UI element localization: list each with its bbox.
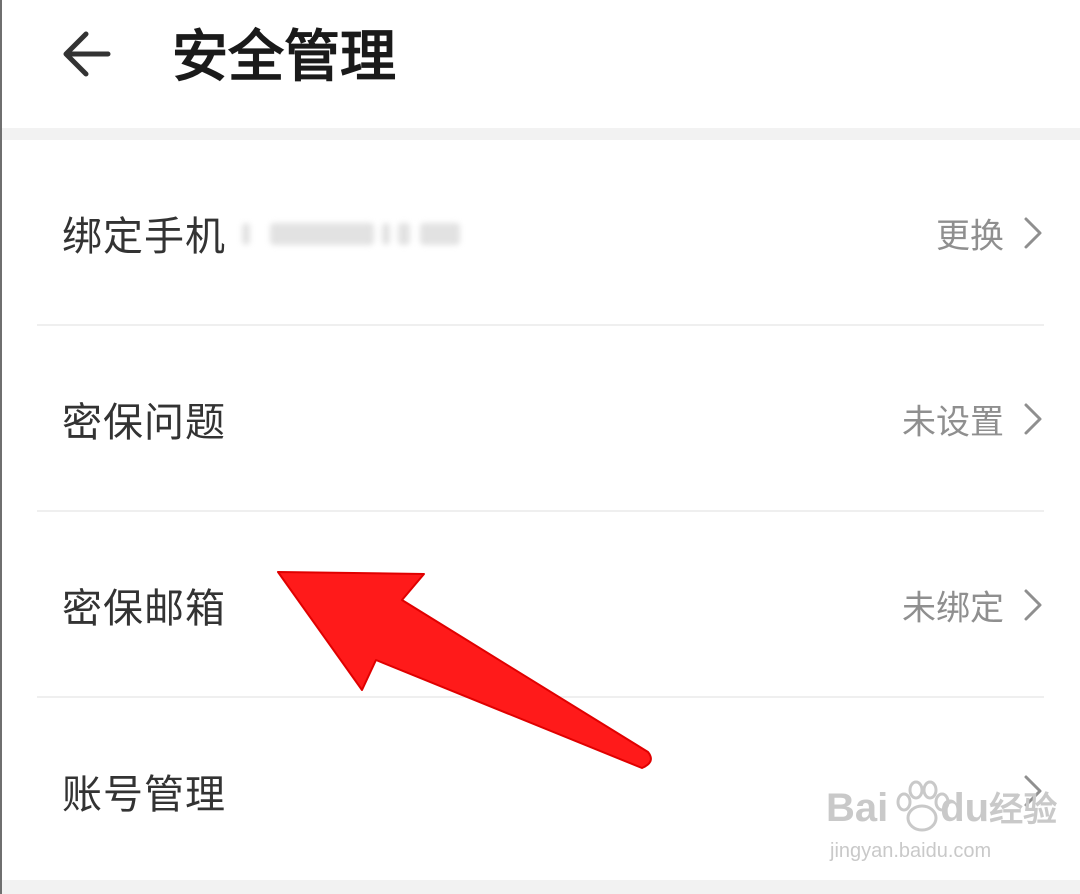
row-label: 密保问题 xyxy=(62,400,226,446)
row-security-question[interactable]: 密保问题 未设置 xyxy=(2,326,1080,512)
bottom-separator xyxy=(2,880,1080,894)
section-separator xyxy=(2,128,1080,140)
back-button[interactable] xyxy=(46,14,128,96)
watermark: Bai du经验 jingyan.baidu.com xyxy=(826,778,1057,874)
chevron-right-icon xyxy=(1022,216,1044,250)
watermark-url: jingyan.baidu.com xyxy=(830,840,992,862)
row-label: 密保邮箱 xyxy=(62,586,226,632)
chevron-right-icon xyxy=(1022,588,1044,622)
row-label: 账号管理 xyxy=(62,772,226,818)
paw-icon xyxy=(896,780,950,832)
chevron-right-icon xyxy=(1022,402,1044,436)
row-value: 未设置 xyxy=(902,402,1004,443)
row-security-email[interactable]: 密保邮箱 未绑定 xyxy=(2,512,1080,698)
row-value: 更换 xyxy=(936,216,1004,257)
row-value: 未绑定 xyxy=(902,588,1004,629)
settings-list: 绑定手机 更换 密保问题 未设置 密保邮箱 未绑定 账号管理 xyxy=(2,140,1080,884)
masked-phone-number xyxy=(242,213,472,253)
arrow-left-icon xyxy=(63,31,111,77)
page-title: 安全管理 xyxy=(172,25,396,90)
row-bind-phone[interactable]: 绑定手机 更换 xyxy=(2,140,1080,326)
row-label: 绑定手机 xyxy=(62,214,226,260)
top-bar: 安全管理 xyxy=(2,0,1080,128)
